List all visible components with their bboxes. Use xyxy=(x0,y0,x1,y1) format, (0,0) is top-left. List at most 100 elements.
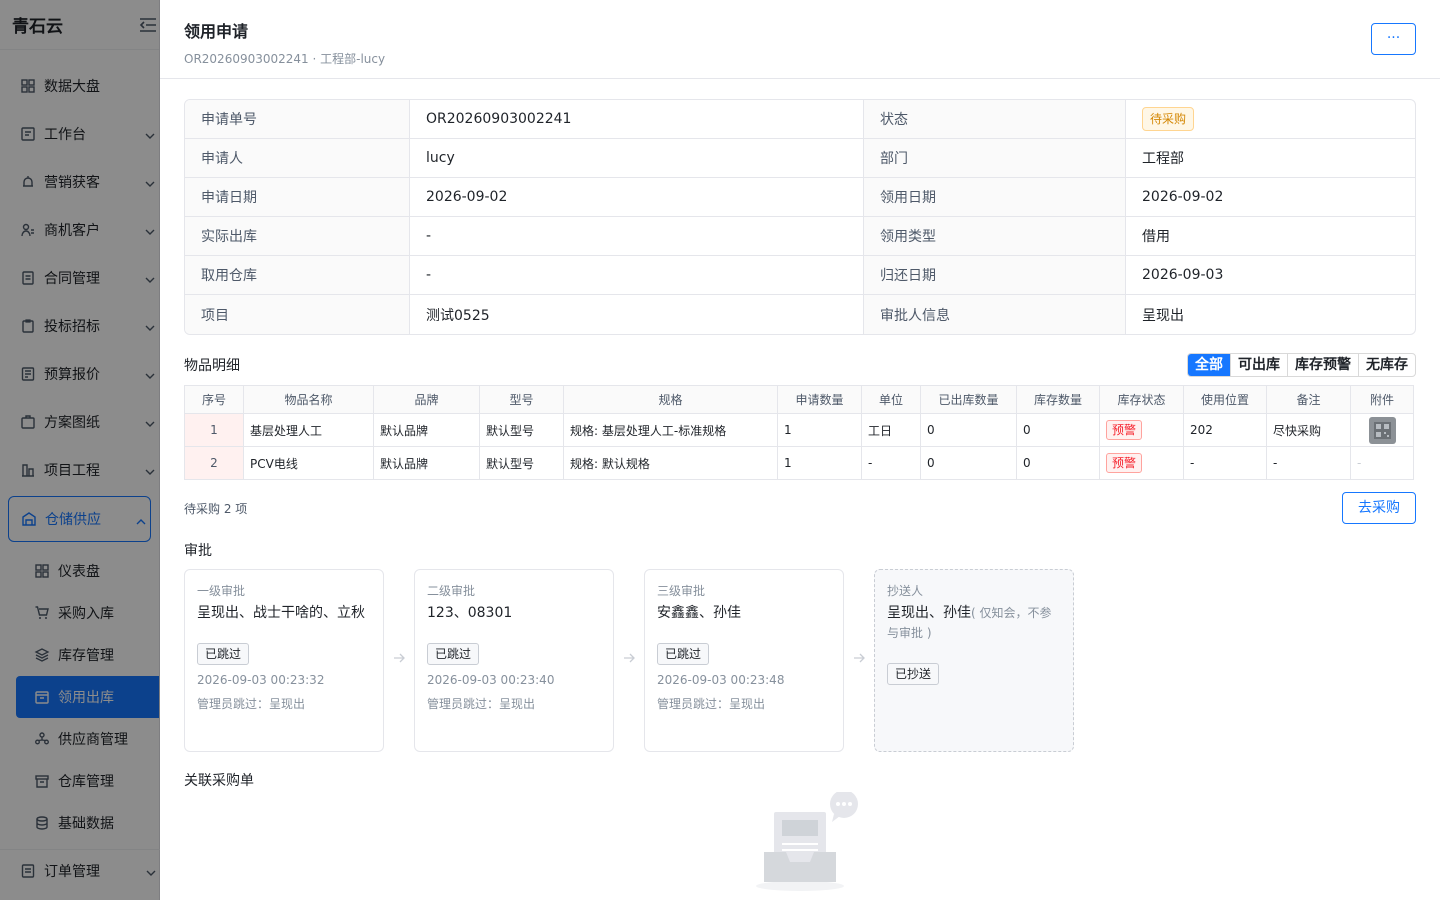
attachment-cell xyxy=(1350,413,1414,447)
cc-card: 抄送人呈现出、孙佳( 仅知会，不参与审批 ) 已抄送 xyxy=(874,569,1074,752)
arrow-right-icon xyxy=(384,651,414,665)
filter-tab[interactable]: 库存预警 xyxy=(1288,354,1359,376)
cell-stock: 0 xyxy=(1016,446,1100,480)
approval-steps: 一级审批 呈现出、战士干啥的、立秋 已跳过 2026-09-03 00:23:32 管理… xyxy=(184,569,1416,752)
column-header: 附件 xyxy=(1350,385,1414,414)
info-label: 取用仓库 xyxy=(185,256,410,294)
info-label: 归还日期 xyxy=(864,256,1126,294)
step-operator: 管理员跳过：呈现出 xyxy=(657,697,766,711)
info-row: 实际出库 - 领用类型 借用 xyxy=(185,217,1415,256)
approval-step-card: 一级审批 呈现出、战士干啥的、立秋 已跳过 2026-09-03 00:23:32 管理… xyxy=(184,569,384,752)
info-label: 申请单号 xyxy=(185,100,410,138)
step-operator: 管理员跳过：呈现出 xyxy=(427,697,536,711)
table-row[interactable]: 1 基层处理人工 默认品牌 默认型号 规格: 基层处理人工-标准规格 1 工日 0 0 预警 202… xyxy=(184,413,1414,447)
row-index: 1 xyxy=(184,413,244,447)
step-time: 2026-09-03 00:23:48 xyxy=(657,673,785,687)
info-value: lucy xyxy=(410,139,864,177)
cell-unit: 工日 xyxy=(861,413,921,447)
column-header: 库存状态 xyxy=(1099,385,1184,414)
step-status-badge: 已跳过 xyxy=(427,643,480,665)
cell-remark: - xyxy=(1266,446,1351,480)
info-label: 申请日期 xyxy=(185,178,410,216)
column-header: 库存数量 xyxy=(1016,385,1100,414)
stock-filter-segmented: 全部 可出库 库存预警 无库存 xyxy=(1187,353,1416,377)
filter-tab[interactable]: 全部 xyxy=(1188,354,1231,376)
cell-name: PCV电线 xyxy=(243,446,374,480)
table-header-row: 序号 物品名称 品牌 型号 规格 申请数量 单位 已出库数量 库存数量 库存状态 使用位置 备注 附件 xyxy=(184,385,1414,414)
step-time: 2026-09-03 00:23:32 xyxy=(197,673,325,687)
cc-label: 抄送人 xyxy=(887,584,924,598)
stock-warning-badge: 预警 xyxy=(1106,420,1143,440)
step-level: 二级审批 xyxy=(427,584,476,598)
info-value: - xyxy=(410,217,864,255)
approval-section-title: 审批 xyxy=(184,543,212,559)
cc-recipients: 呈现出、孙佳 xyxy=(887,605,971,621)
stock-status-cell: 预警 xyxy=(1099,446,1184,480)
attachment-cell: - xyxy=(1350,446,1414,480)
items-section-title: 物品明细 xyxy=(184,358,240,374)
filter-tab[interactable]: 可出库 xyxy=(1231,354,1288,376)
step-status-badge: 已跳过 xyxy=(197,643,250,665)
info-value: 借用 xyxy=(1142,229,1170,245)
row-index: 2 xyxy=(184,446,244,480)
stock-warning-badge: 预警 xyxy=(1106,453,1143,473)
cc-status-badge: 已抄送 xyxy=(887,663,940,685)
cell-name: 基层处理人工 xyxy=(243,413,374,447)
column-header: 型号 xyxy=(479,385,564,414)
attachment-thumbnail[interactable] xyxy=(1368,416,1396,444)
step-operator: 管理员跳过：呈现出 xyxy=(197,697,306,711)
cell-model: 默认型号 xyxy=(479,446,564,480)
info-label: 部门 xyxy=(864,139,1126,177)
info-label: 审批人信息 xyxy=(864,295,1126,334)
info-row: 项目 测试0525 审批人信息 呈现出 xyxy=(185,295,1415,334)
more-actions-button[interactable]: ··· xyxy=(1371,23,1416,55)
table-row[interactable]: 2 PCV电线 默认品牌 默认型号 规格: 默认规格 1-0 0 预警 - - - xyxy=(184,446,1414,480)
cell-qty: 1 xyxy=(777,413,862,447)
approval-step-card: 三级审批 安鑫鑫、孙佳 已跳过 2026-09-03 00:23:48 管理员跳过：呈现… xyxy=(644,569,844,752)
pending-row: 待采购 2 项 去采购 xyxy=(184,492,1416,524)
column-header: 品牌 xyxy=(373,385,480,414)
drawer-overlay-mask[interactable] xyxy=(0,0,160,900)
step-approvers: 呈现出、战士干啥的、立秋 xyxy=(197,605,365,621)
info-label: 状态 xyxy=(864,100,1126,138)
cell-model: 默认型号 xyxy=(479,413,564,447)
cell-unit: - xyxy=(861,446,921,480)
go-purchase-button[interactable]: 去采购 xyxy=(1342,492,1416,524)
column-header: 使用位置 xyxy=(1183,385,1267,414)
info-label: 领用类型 xyxy=(864,217,1126,255)
cell-remark: 尽快采购 xyxy=(1266,413,1351,447)
info-value: - xyxy=(410,256,864,294)
detail-drawer: 领用申请 OR20260903002241 · 工程部-lucy ··· 申请单… xyxy=(160,0,1440,900)
cell-stock: 0 xyxy=(1016,413,1100,447)
column-header: 序号 xyxy=(184,385,244,414)
info-row: 申请人 lucy 部门 工程部 xyxy=(185,139,1415,178)
arrow-right-icon xyxy=(844,651,874,665)
info-value: 呈现出 xyxy=(1142,307,1184,324)
cc-recipients-block: 呈现出、孙佳( 仅知会，不参与审批 ) xyxy=(887,603,1061,643)
info-value: 2026-09-02 xyxy=(1142,189,1224,205)
info-row: 取用仓库 - 归还日期 2026-09-03 xyxy=(185,256,1415,295)
step-time: 2026-09-03 00:23:40 xyxy=(427,673,555,687)
empty-state-illustration xyxy=(754,790,864,892)
drawer-title: 领用申请 xyxy=(184,22,249,41)
related-purchase-title: 关联采购单 xyxy=(184,773,254,789)
info-label: 实际出库 xyxy=(185,217,410,255)
cell-out: 0 xyxy=(920,413,1017,447)
pending-count: 待采购 2 项 xyxy=(184,501,248,516)
step-approvers: 123、08301 xyxy=(427,605,513,621)
column-header: 备注 xyxy=(1266,385,1351,414)
info-label: 领用日期 xyxy=(864,178,1126,216)
drawer-subtitle: OR20260903002241 · 工程部-lucy xyxy=(184,52,386,66)
items-section-header: 物品明细 全部 可出库 库存预警 无库存 xyxy=(184,351,1416,379)
column-header: 单位 xyxy=(861,385,921,414)
request-info-table: 申请单号 OR20260903002241 状态 待采购 申请人 lucy 部门 工程部 申请日… xyxy=(184,99,1416,335)
filter-tab[interactable]: 无库存 xyxy=(1359,354,1415,376)
approval-step-card: 二级审批 123、08301 已跳过 2026-09-03 00:23:40 管理员跳过… xyxy=(414,569,614,752)
info-value: 2026-09-02 xyxy=(410,178,864,216)
drawer-body: 申请单号 OR20260903002241 状态 待采购 申请人 lucy 部门 工程部 申请日… xyxy=(160,79,1440,790)
cell-spec: 规格: 默认规格 xyxy=(563,446,778,480)
info-value: OR20260903002241 xyxy=(410,100,864,138)
info-row: 申请日期 2026-09-02 领用日期 2026-09-02 xyxy=(185,178,1415,217)
column-header: 物品名称 xyxy=(243,385,374,414)
info-value: 2026-09-03 xyxy=(1142,267,1224,283)
